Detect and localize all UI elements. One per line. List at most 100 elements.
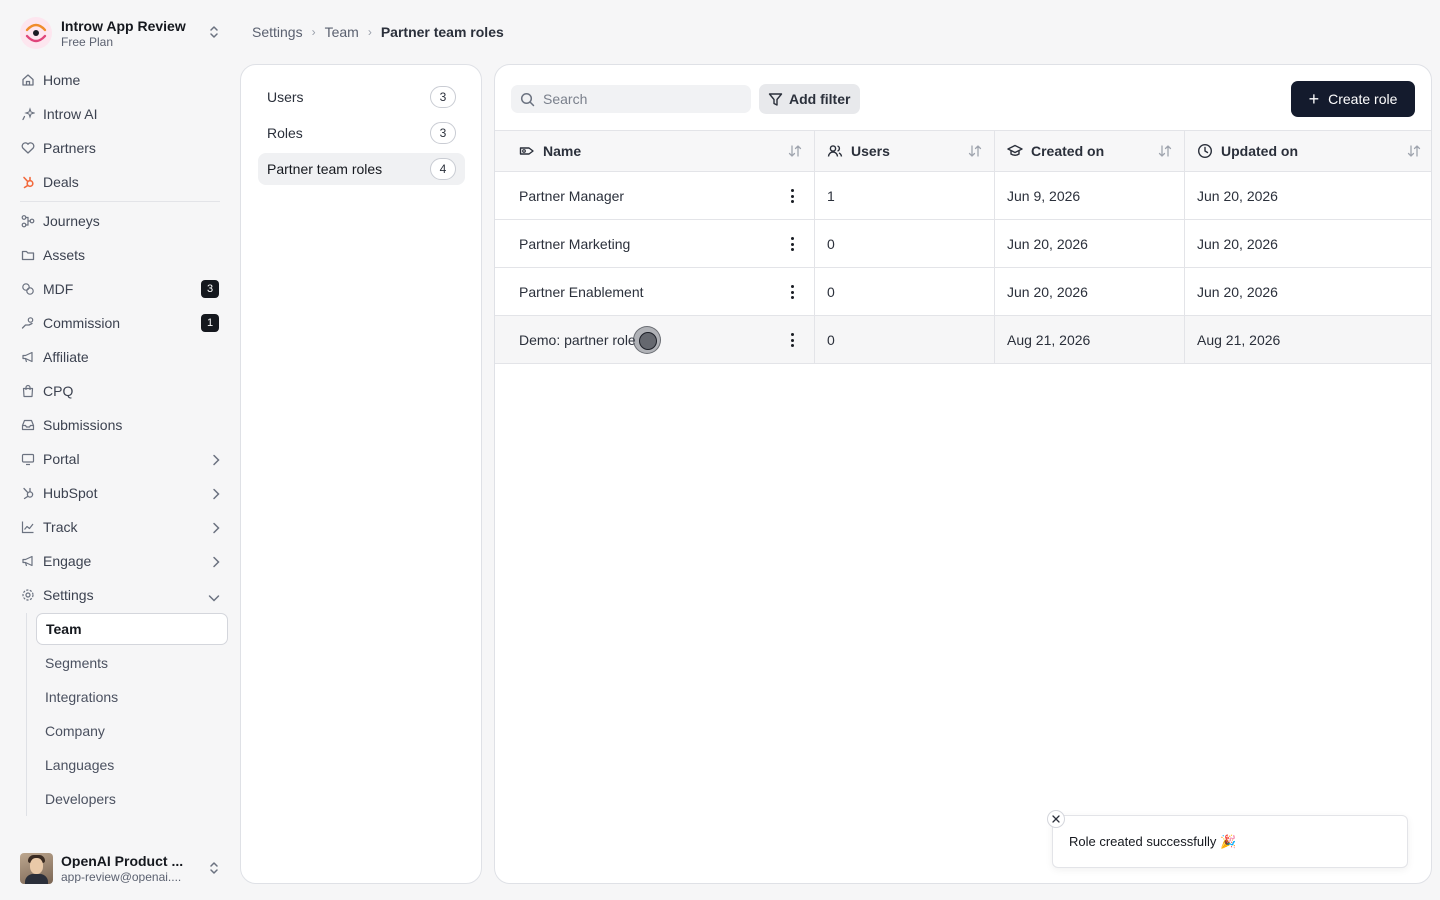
sort-icon[interactable] bbox=[1407, 144, 1421, 161]
more-vertical-icon[interactable] bbox=[784, 331, 800, 349]
column-header-users[interactable]: Users bbox=[815, 131, 995, 171]
table-row[interactable]: Partner Manager 1 Jun 9, 2026 Jun 20, 20… bbox=[495, 172, 1431, 220]
cell-users: 0 bbox=[815, 268, 995, 315]
user-menu[interactable]: OpenAI Product ... app-review@openai.... bbox=[20, 851, 232, 885]
more-vertical-icon[interactable] bbox=[784, 283, 800, 301]
nav-item-track[interactable]: Track bbox=[12, 510, 228, 544]
breadcrumb-current: Partner team roles bbox=[380, 24, 504, 40]
filter-icon bbox=[768, 92, 783, 107]
cell-users: 1 bbox=[815, 172, 995, 219]
home-icon bbox=[21, 73, 35, 87]
cell-updated-on: Jun 20, 2026 bbox=[1197, 187, 1278, 204]
subpanel-item-roles[interactable]: Roles 3 bbox=[258, 117, 465, 149]
nav-item-mdf[interactable]: MDF 3 bbox=[12, 272, 228, 306]
subpanel-item-users[interactable]: Users 3 bbox=[258, 81, 465, 113]
coins-icon bbox=[21, 282, 35, 296]
nav-item-cpq[interactable]: CPQ bbox=[12, 374, 228, 408]
mdf-count-badge: 3 bbox=[201, 280, 219, 298]
chevron-right-icon: › bbox=[311, 25, 316, 39]
chevron-right-icon bbox=[212, 487, 220, 503]
subpanel-label: Roles bbox=[267, 125, 303, 141]
toast-message: Role created successfully bbox=[1069, 834, 1217, 849]
subnav-item-languages[interactable]: Languages bbox=[36, 748, 228, 782]
nav-item-portal[interactable]: Portal bbox=[12, 442, 228, 476]
nav-label: Portal bbox=[43, 451, 80, 467]
megaphone-icon bbox=[21, 350, 35, 364]
subnav-item-company[interactable]: Company bbox=[36, 714, 228, 748]
nav-item-introw-ai[interactable]: Introw AI bbox=[12, 97, 228, 131]
nav-item-settings[interactable]: Settings bbox=[12, 578, 228, 612]
toast-notification: Role created successfully 🎉 bbox=[1047, 810, 1408, 868]
hubspot-icon bbox=[21, 486, 35, 500]
workspace-plan: Free Plan bbox=[61, 34, 114, 49]
user-email: app-review@openai.... bbox=[61, 870, 182, 883]
more-vertical-icon[interactable] bbox=[784, 187, 800, 205]
create-role-label: Create role bbox=[1328, 91, 1398, 107]
column-header-updated-on[interactable]: Updated on bbox=[1185, 131, 1431, 171]
nav-item-deals[interactable]: Deals bbox=[12, 165, 228, 199]
workspace-name: Introw App Review bbox=[61, 17, 186, 34]
users-icon bbox=[827, 144, 843, 158]
clock-icon bbox=[1197, 143, 1213, 159]
user-name: OpenAI Product ... bbox=[61, 853, 184, 868]
chevron-up-down-icon[interactable] bbox=[208, 24, 220, 45]
table-row[interactable]: Partner Marketing 0 Jun 20, 2026 Jun 20,… bbox=[495, 220, 1431, 268]
roles-panel: Add filter + Create role Name Users Crea… bbox=[494, 64, 1432, 884]
nav-label: Introw AI bbox=[43, 106, 98, 122]
subpanel-item-partner-team-roles[interactable]: Partner team roles 4 bbox=[258, 153, 465, 185]
cell-created-on: Jun 20, 2026 bbox=[995, 268, 1185, 315]
workspace-switcher[interactable]: Introw App Review Free Plan bbox=[20, 16, 232, 50]
breadcrumb-settings[interactable]: Settings bbox=[252, 24, 303, 40]
breadcrumb-team[interactable]: Team bbox=[325, 24, 359, 40]
nav-item-partners[interactable]: Partners bbox=[12, 131, 228, 165]
column-header-created-on[interactable]: Created on bbox=[995, 131, 1185, 171]
sort-icon[interactable] bbox=[968, 144, 982, 161]
line-chart-icon bbox=[21, 520, 35, 534]
nav-label: CPQ bbox=[43, 383, 74, 399]
nav-item-home[interactable]: Home bbox=[12, 63, 228, 97]
nav-label: Submissions bbox=[43, 417, 123, 433]
cell-created-on: Jun 9, 2026 bbox=[995, 172, 1185, 219]
chevron-right-icon bbox=[212, 521, 220, 537]
cell-users: 0 bbox=[815, 220, 995, 267]
column-header-name[interactable]: Name bbox=[495, 131, 815, 171]
column-label: Updated on bbox=[1221, 143, 1298, 159]
avatar bbox=[20, 852, 53, 884]
sort-icon[interactable] bbox=[1158, 144, 1172, 161]
table-row[interactable]: Demo: partner role 0 Aug 21, 2026 Aug 21… bbox=[495, 316, 1431, 364]
nav-item-engage[interactable]: Engage bbox=[12, 544, 228, 578]
subpanel-label: Users bbox=[267, 89, 304, 105]
chevron-down-icon bbox=[208, 589, 220, 605]
nav-item-commission[interactable]: Commission 1 bbox=[12, 306, 228, 340]
add-filter-button[interactable]: Add filter bbox=[759, 84, 861, 114]
nav-item-affiliate[interactable]: Affiliate bbox=[12, 340, 228, 374]
handshake-icon bbox=[21, 141, 35, 155]
chevron-up-down-icon[interactable] bbox=[208, 860, 220, 881]
search-input[interactable] bbox=[543, 91, 733, 107]
search-box[interactable] bbox=[511, 85, 751, 113]
nav-item-hubspot[interactable]: HubSpot bbox=[12, 476, 228, 510]
nav-label: HubSpot bbox=[43, 485, 98, 501]
subnav-item-segments[interactable]: Segments bbox=[36, 646, 228, 680]
role-name: Partner Manager bbox=[519, 187, 625, 204]
nav-item-submissions[interactable]: Submissions bbox=[12, 408, 228, 442]
graduation-cap-icon bbox=[1007, 144, 1023, 158]
create-role-button[interactable]: + Create role bbox=[1291, 81, 1415, 117]
subnav-item-developers[interactable]: Developers bbox=[36, 782, 228, 816]
add-filter-label: Add filter bbox=[789, 91, 851, 107]
subnav-item-integrations[interactable]: Integrations bbox=[36, 680, 228, 714]
nav-label: MDF bbox=[43, 281, 74, 297]
inbox-icon bbox=[21, 418, 35, 432]
nav-item-journeys[interactable]: Journeys bbox=[12, 204, 228, 238]
role-name: Partner Marketing bbox=[519, 235, 631, 252]
close-icon[interactable] bbox=[1047, 810, 1065, 828]
nav-item-assets[interactable]: Assets bbox=[12, 238, 228, 272]
sort-icon[interactable] bbox=[788, 144, 802, 161]
table-row[interactable]: Partner Enablement 0 Jun 20, 2026 Jun 20… bbox=[495, 268, 1431, 316]
role-name: Demo: partner role bbox=[519, 331, 636, 348]
cell-created-on: Jun 20, 2026 bbox=[995, 220, 1185, 267]
journeys-icon bbox=[21, 214, 35, 228]
subnav-item-team[interactable]: Team bbox=[36, 613, 228, 645]
more-vertical-icon[interactable] bbox=[784, 235, 800, 253]
settings-subnav: Team Segments Integrations Company Langu… bbox=[26, 613, 228, 816]
